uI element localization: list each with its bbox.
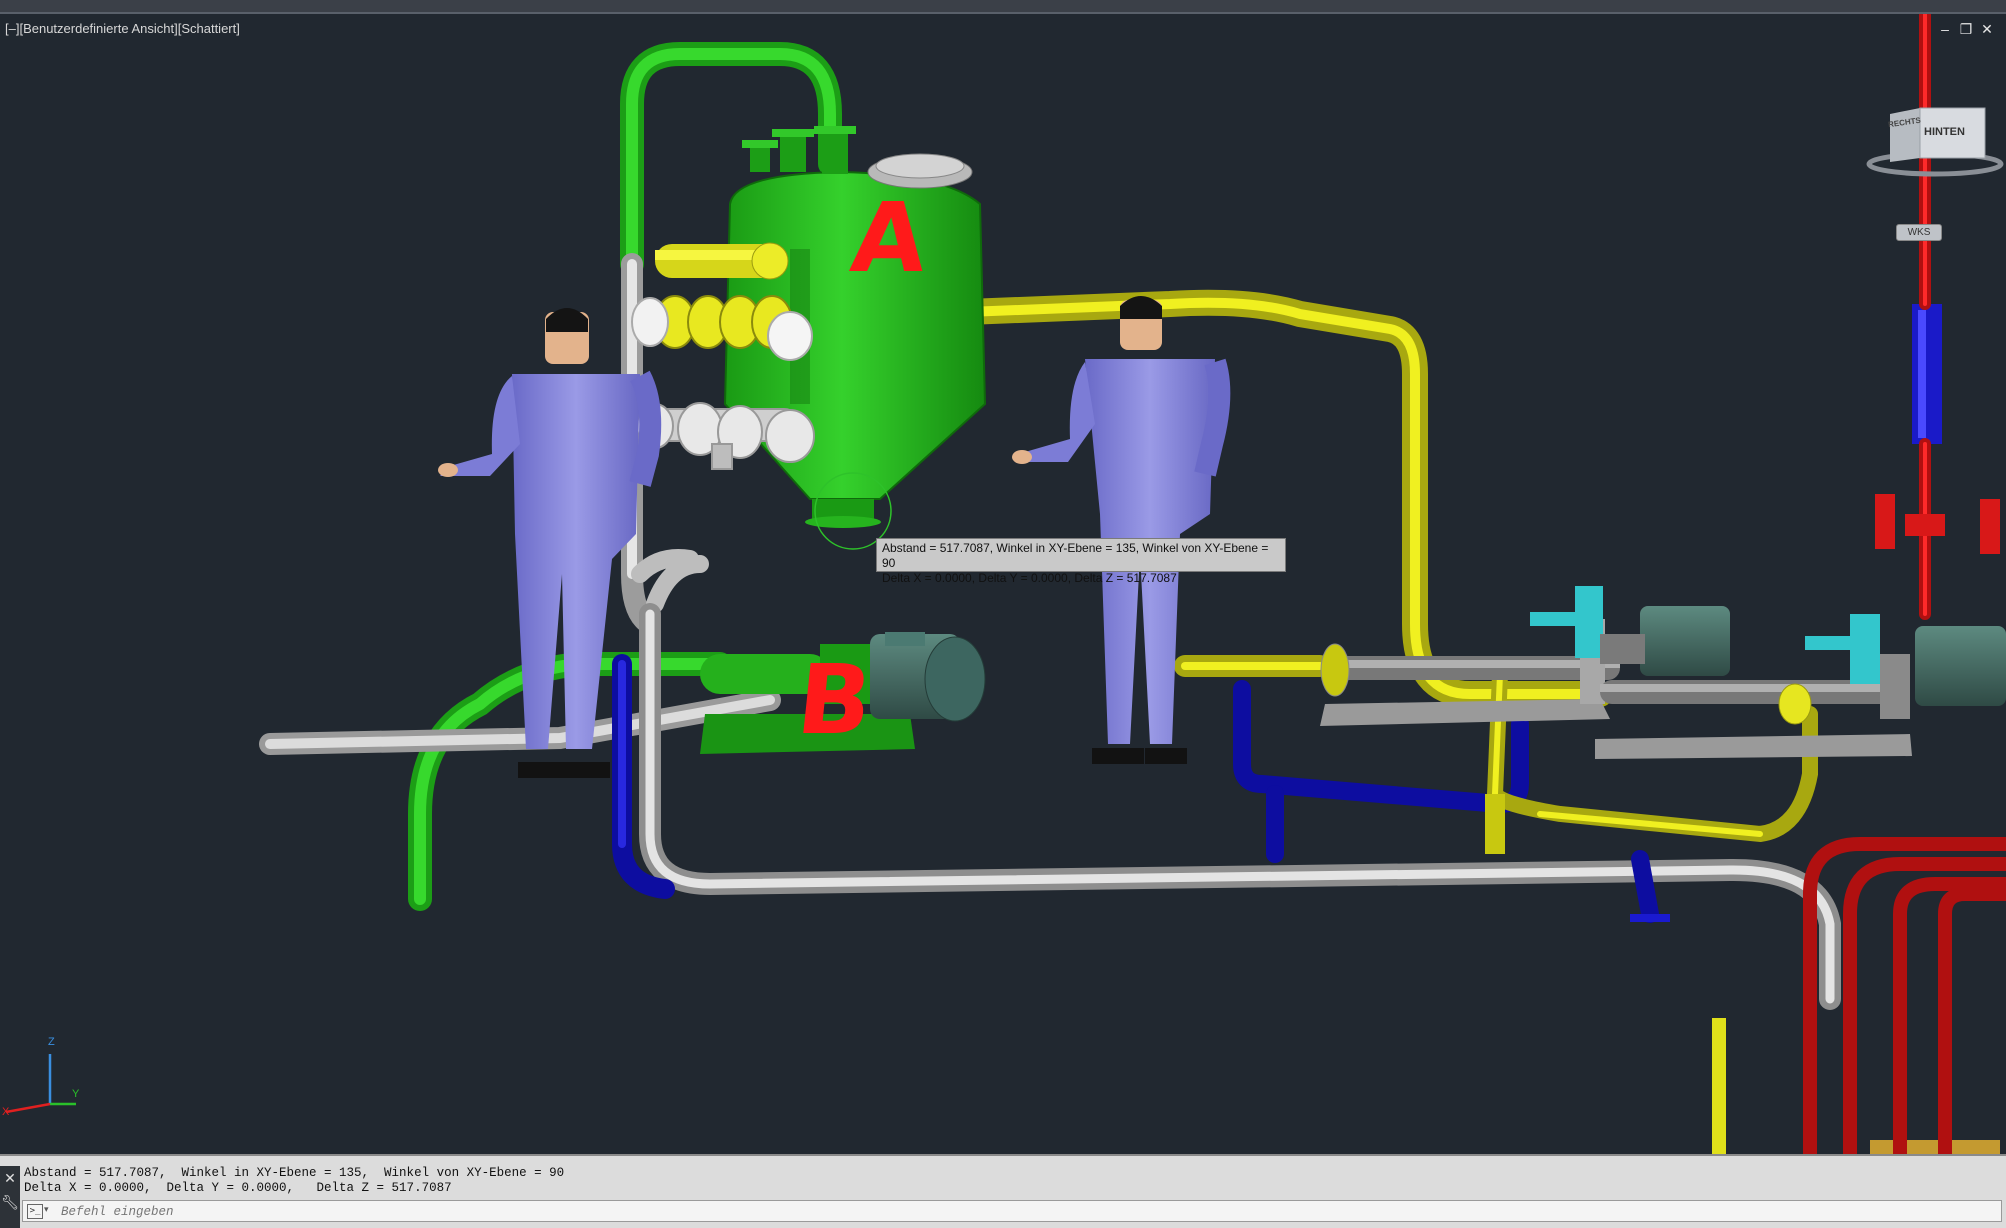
white-nozzles[interactable]	[636, 402, 815, 470]
command-sidebar: ✕ 🔧︎	[0, 1166, 20, 1228]
close-icon[interactable]: ✕	[0, 1166, 20, 1190]
ucs-y-label: Y	[72, 1088, 80, 1100]
ucs-z-label: Z	[48, 1036, 55, 1048]
distance-tooltip: Abstand = 517.7087, Winkel in XY-Ebene =…	[876, 538, 1286, 585]
drawing-viewport[interactable]: [–][Benutzerdefinierte Ansicht][Schattie…	[0, 14, 2006, 1154]
title-bar	[0, 0, 2006, 14]
viewport-label[interactable]: [–][Benutzerdefinierte Ansicht][Schattie…	[5, 21, 240, 36]
restore-icon[interactable]: ❐	[1959, 22, 1973, 36]
marker-a: A	[846, 182, 933, 294]
chevron-down-icon[interactable]: ▾	[44, 1204, 49, 1215]
pump-right-1[interactable]	[1320, 586, 1730, 726]
marker-b: B	[792, 644, 878, 756]
tooltip-line-1: Abstand = 517.7087, Winkel in XY-Ebene =…	[882, 541, 1269, 570]
history-line-2: Delta X = 0.0000, Delta Y = 0.0000, Delt…	[24, 1181, 452, 1195]
view-cube[interactable]	[1866, 107, 2004, 177]
view-cube-face-label[interactable]: HINTEN	[1924, 126, 1965, 138]
ucs-icon	[5, 1054, 76, 1114]
ucs-dropdown[interactable]: WKS	[1896, 224, 1942, 241]
history-line-1: Abstand = 517.7087, Winkel in XY-Ebene =…	[24, 1166, 565, 1180]
tooltip-line-2: Delta X = 0.0000, Delta Y = 0.0000, Delt…	[882, 571, 1177, 585]
yellow-pipe[interactable]	[777, 289, 2000, 1154]
command-line[interactable]: >_ ▾	[22, 1200, 2002, 1222]
wrench-icon[interactable]: 🔧︎	[0, 1190, 20, 1214]
ucs-x-label: X	[2, 1106, 10, 1118]
worker-figure-right	[1012, 296, 1231, 764]
minimize-icon[interactable]: –	[1938, 22, 1952, 36]
command-prompt-icon[interactable]: >_	[27, 1204, 43, 1219]
command-history: Abstand = 517.7087, Winkel in XY-Ebene =…	[24, 1166, 564, 1196]
yellow-nozzles[interactable]	[631, 242, 813, 361]
command-area: ✕ 🔧︎ Abstand = 517.7087, Winkel in XY-Eb…	[0, 1154, 2006, 1228]
command-input[interactable]	[59, 1202, 1963, 1222]
close-icon[interactable]: ✕	[1980, 22, 1994, 36]
